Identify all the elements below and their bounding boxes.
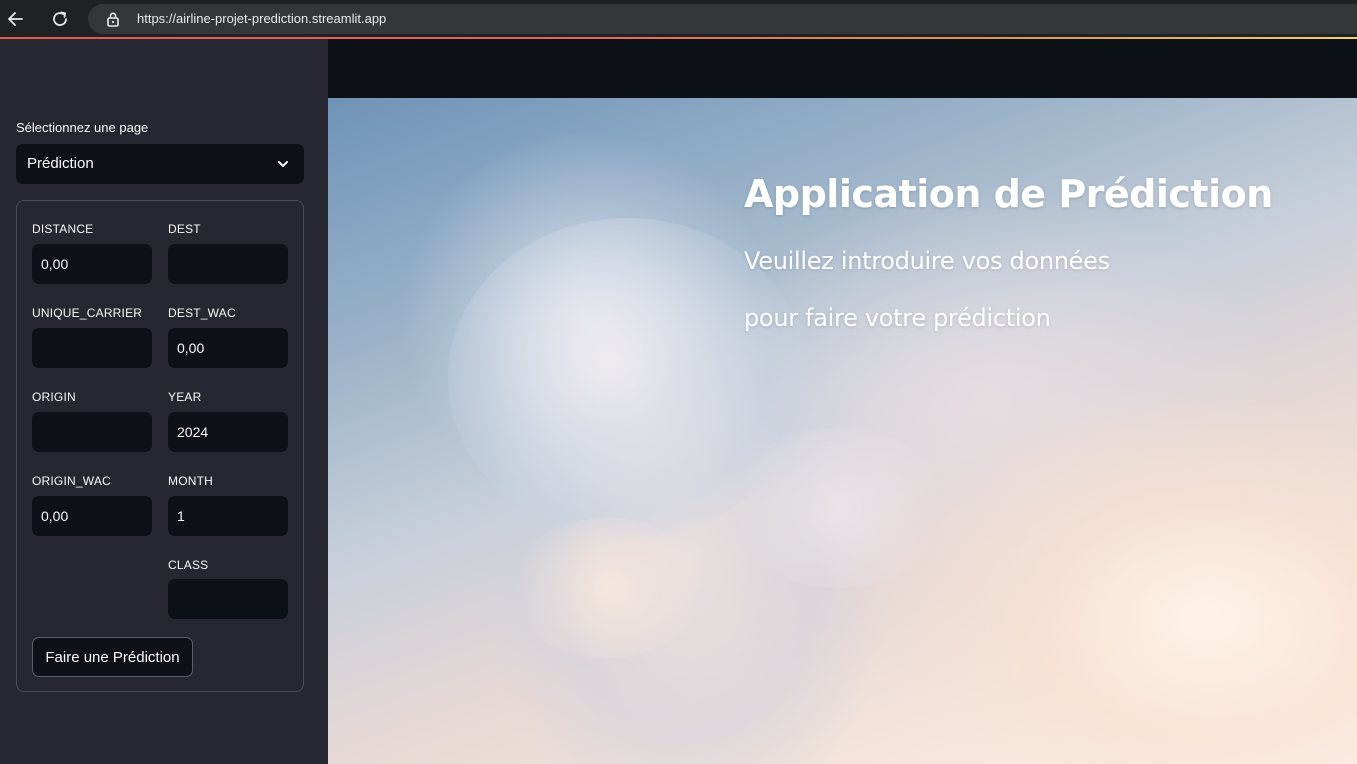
dest-input[interactable]: [168, 244, 288, 284]
class-input[interactable]: [168, 579, 288, 619]
reload-icon: [53, 11, 67, 26]
class-label: CLASS: [168, 558, 209, 572]
unique-carrier-input[interactable]: [32, 328, 152, 368]
origin-input[interactable]: [32, 412, 152, 452]
subtitle-line-2: pour faire votre prédiction: [744, 304, 1051, 332]
cloud-shape: [728, 428, 948, 588]
origin-wac-input[interactable]: [32, 496, 152, 536]
lock-icon: [107, 12, 119, 27]
page-select[interactable]: Prédiction: [16, 144, 304, 184]
page-select-value: Prédiction: [27, 155, 94, 172]
reload-button[interactable]: [44, 3, 76, 35]
unique-carrier-label: UNIQUE_CARRIER: [32, 306, 143, 320]
app-header: [328, 39, 1357, 98]
month-input[interactable]: [168, 496, 288, 536]
sidebar: Sélectionnez une page Prédiction DISTANC…: [0, 39, 328, 764]
distance-input[interactable]: [32, 244, 152, 284]
back-button[interactable]: [0, 3, 32, 35]
hero-background: Application de Prédiction Veuillez intro…: [328, 98, 1357, 764]
prediction-form: DISTANCE DEST UNIQUE_CARRIER DEST_WAC OR…: [16, 200, 304, 692]
origin-wac-label: ORIGIN_WAC: [32, 474, 111, 488]
dest-wac-label: DEST_WAC: [168, 306, 236, 320]
subtitle-line-1: Veuillez introduire vos données: [744, 247, 1110, 275]
arrow-left-icon: [8, 12, 23, 26]
page-title: Application de Prédiction: [744, 172, 1273, 216]
browser-toolbar: https://airline-projet-prediction.stream…: [0, 0, 1357, 38]
url-text: https://airline-projet-prediction.stream…: [137, 11, 387, 26]
year-label: YEAR: [168, 390, 202, 404]
dest-label: DEST: [168, 222, 201, 236]
distance-label: DISTANCE: [32, 222, 94, 236]
year-input[interactable]: [168, 412, 288, 452]
cloud-shape: [508, 518, 708, 658]
dest-wac-input[interactable]: [168, 328, 288, 368]
month-label: MONTH: [168, 474, 213, 488]
page-select-label: Sélectionnez une page: [16, 120, 149, 135]
predict-button[interactable]: Faire une Prédiction: [32, 637, 193, 677]
address-bar[interactable]: https://airline-projet-prediction.stream…: [88, 4, 1357, 34]
origin-label: ORIGIN: [32, 390, 76, 404]
chevron-down-icon: [278, 161, 288, 167]
